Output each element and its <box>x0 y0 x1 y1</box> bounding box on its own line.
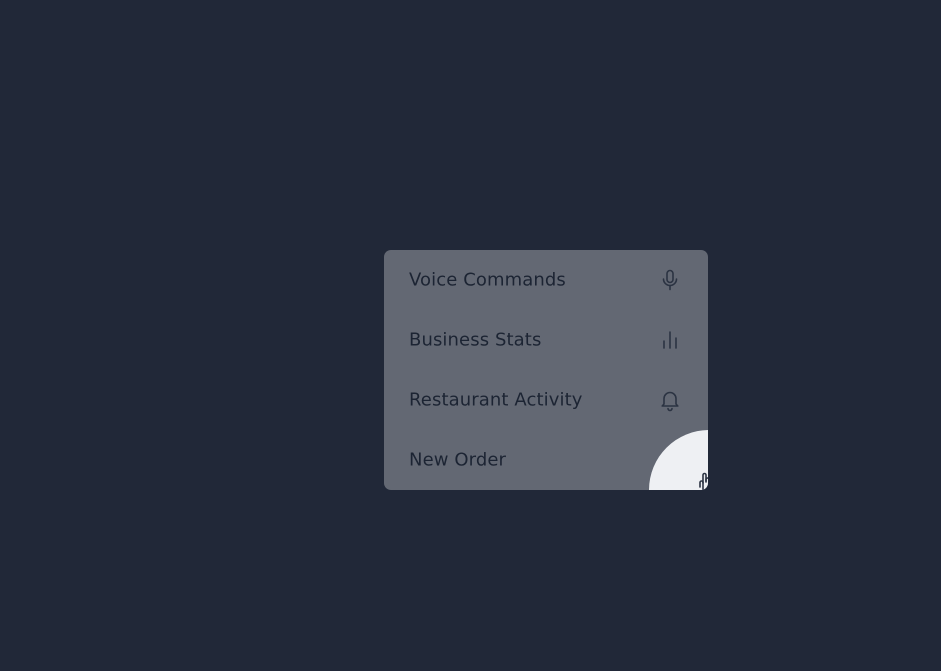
bell-icon <box>658 388 682 412</box>
microphone-icon <box>658 268 682 292</box>
menu-item-business-stats[interactable]: Business Stats <box>384 310 708 370</box>
menu-item-label: New Order <box>409 449 507 471</box>
menu-item-voice-commands[interactable]: Voice Commands <box>384 250 708 310</box>
menu-item-restaurant-activity[interactable]: Restaurant Activity <box>384 370 708 430</box>
app-background: Voice Commands Business Stats Restaurant… <box>0 0 941 671</box>
menu-item-label: Restaurant Activity <box>409 389 583 411</box>
hand-pointer-icon <box>695 470 708 490</box>
quick-actions-menu: Voice Commands Business Stats Restaurant… <box>384 250 708 490</box>
menu-item-label: Voice Commands <box>409 269 566 291</box>
menu-item-label: Business Stats <box>409 329 542 351</box>
bar-chart-icon <box>658 328 682 352</box>
